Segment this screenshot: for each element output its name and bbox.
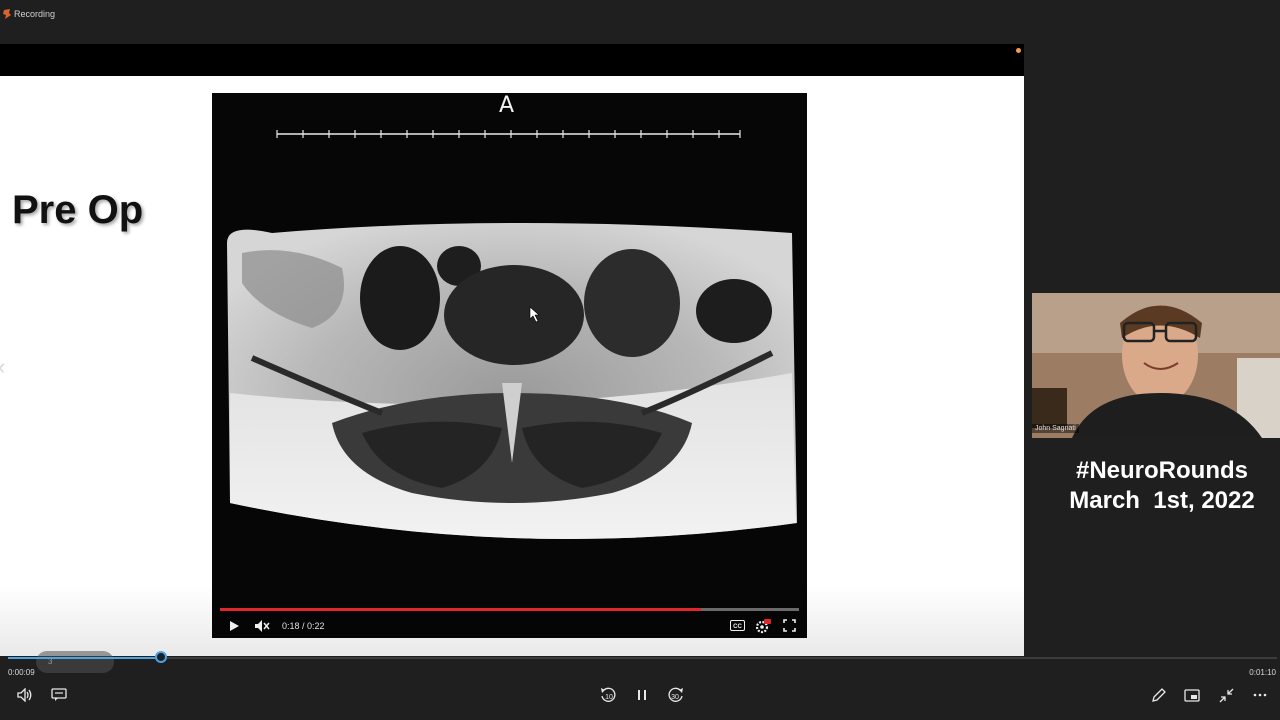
slide-frame: ‹ Pre Op [0,44,1024,656]
chevron-left-icon[interactable]: ‹ [0,354,5,380]
presentation-slide: ‹ Pre Op [0,76,1024,656]
seek-bar[interactable] [8,651,1277,663]
seek-fill [8,657,161,659]
captions-icon[interactable] [45,684,73,706]
event-overlay-text: #NeuroRounds March 1st, 2022 [1046,456,1278,516]
recording-player: Recording ‹ Pre Op [0,0,1280,720]
seek-track [8,657,1277,659]
svg-text:CC: CC [733,624,742,630]
picture-in-picture-icon[interactable] [1178,684,1206,706]
video-controls: 0:18 / 0:22 CC [212,613,807,638]
pen-icon[interactable] [1144,684,1172,706]
mri-scan-image [212,93,807,608]
recording-title: Recording [14,9,56,19]
recording-icon [3,9,11,19]
fullscreen-icon[interactable] [779,616,799,636]
webcam-image [1032,293,1280,438]
rewind-10-icon[interactable]: 10 [594,684,622,706]
settings-icon[interactable] [753,616,773,636]
recording-indicator-dot [1016,48,1021,53]
total-time: 0:01:10 [1249,668,1276,677]
mute-icon[interactable] [252,616,272,636]
play-icon[interactable] [224,616,244,636]
forward-30-icon[interactable]: 30 [662,684,690,706]
slide-top-strip [0,44,1024,76]
cc-icon[interactable]: CC [727,616,747,636]
event-hashtag: #NeuroRounds [1075,457,1248,484]
embedded-video[interactable]: A 0:18 / 0:22 CC [212,93,807,638]
webcam-feed: John Sagnati [1032,293,1280,438]
video-time-display: 0:18 / 0:22 [282,620,325,631]
image-orientation-label: A [499,93,515,118]
player-controls: 10 30 [0,684,1280,720]
event-date: March 1st, 2022 [1069,487,1255,514]
current-time: 0:00:09 [8,668,35,677]
video-progress-bar[interactable] [220,608,799,611]
svg-text:10: 10 [605,694,613,701]
pause-icon[interactable] [628,684,656,706]
video-progress-fill [220,608,701,611]
collapse-icon[interactable] [1212,684,1240,706]
participant-name-label: John Sagnati [1032,424,1079,433]
volume-icon[interactable] [11,684,39,706]
more-icon[interactable] [1246,684,1274,706]
slide-title: Pre Op [12,188,144,232]
svg-text:30: 30 [671,694,679,701]
seek-thumb[interactable] [155,651,167,663]
top-bar: Recording [0,0,1280,28]
